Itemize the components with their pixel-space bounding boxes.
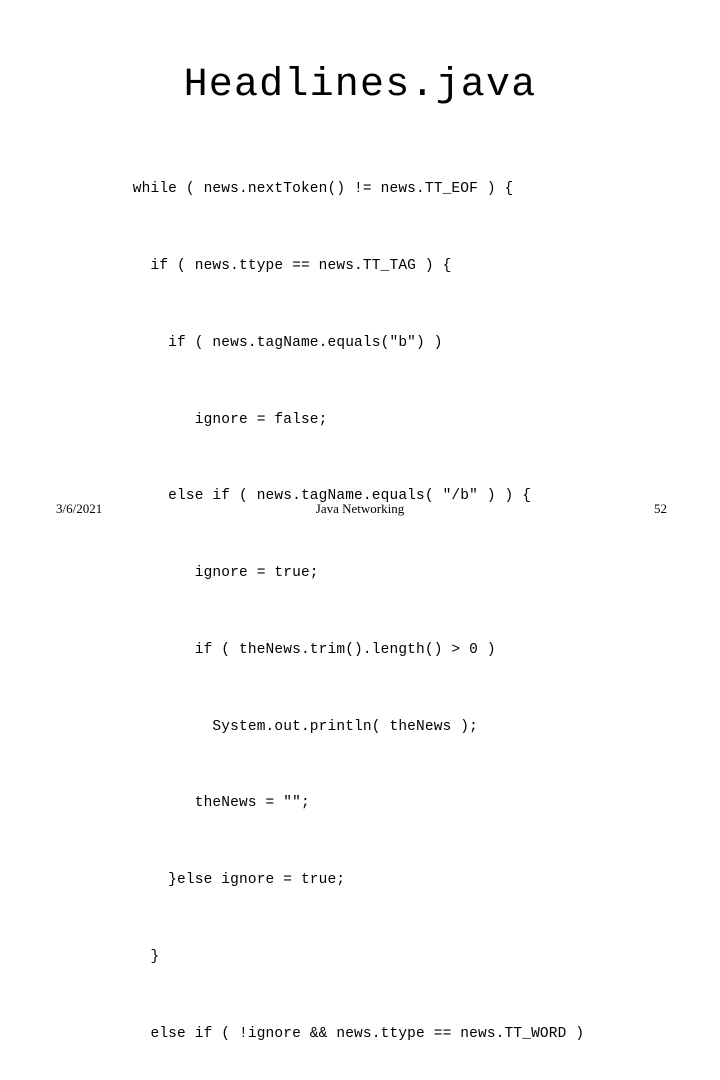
code-line: if ( news.ttype == news.TT_TAG ) { xyxy=(0,257,452,274)
page-title: Headlines.java xyxy=(183,63,537,108)
code-line: if ( news.tagName.equals("b") ) xyxy=(0,334,443,351)
code-line: if ( theNews.trim().length() > 0 ) xyxy=(0,641,496,658)
code-line: while ( news.nextToken() != news.TT_EOF … xyxy=(0,181,514,198)
code-line: } xyxy=(0,949,160,965)
code-block: while ( news.nextToken() != news.TT_EOF … xyxy=(0,126,720,1080)
code-line: }else ignore = true; xyxy=(0,872,346,889)
code-line: theNews = ""; xyxy=(0,795,310,812)
code-line: System.out.println( theNews ); xyxy=(0,718,478,735)
footer-page-number: 52 xyxy=(654,501,667,516)
code-line: else if ( !ignore && news.ttype == news.… xyxy=(0,1025,585,1042)
code-line: ignore = false; xyxy=(0,411,328,428)
slide-canvas: Headlines.java while ( news.nextToken() … xyxy=(0,0,720,1042)
slide-footer: 3/6/2021 Java Networking 52 xyxy=(0,498,720,522)
footer-subject: Java Networking xyxy=(315,501,405,516)
code-line: ignore = true; xyxy=(0,565,319,582)
